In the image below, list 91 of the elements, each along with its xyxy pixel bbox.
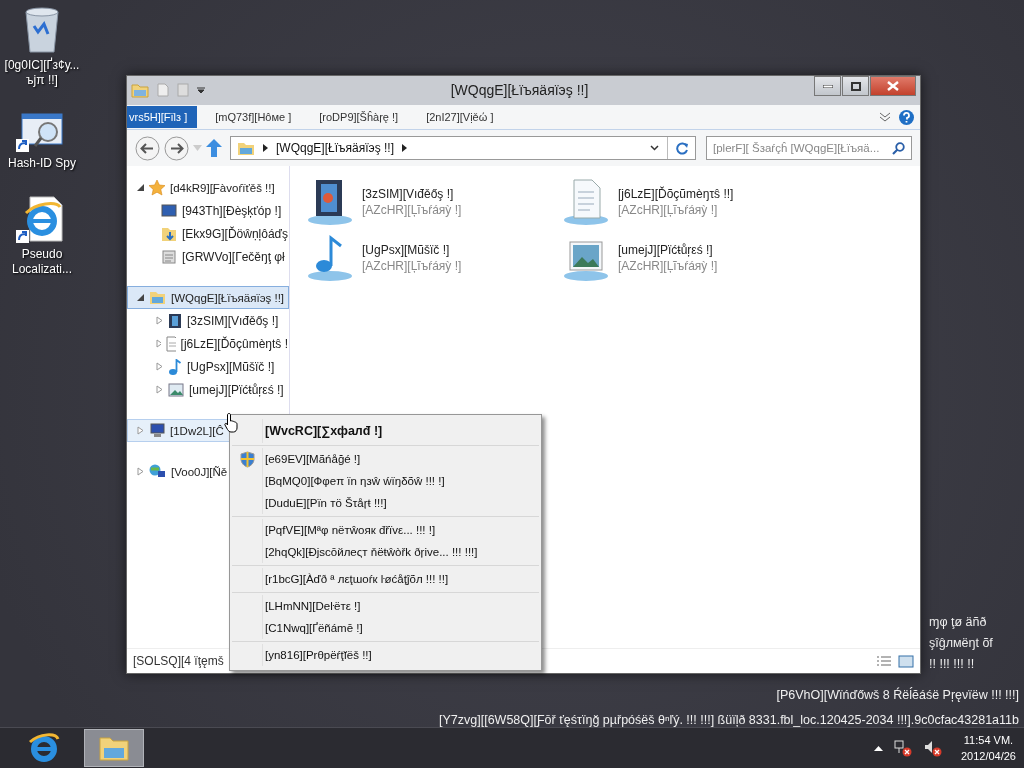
dropdown-icon[interactable]: [197, 85, 205, 94]
music-library-icon[interactable]: [306, 234, 354, 282]
collapsed-arrow-icon[interactable]: [156, 362, 163, 371]
library-name[interactable]: [umejJ][Pïćŧůŗεś !]: [618, 242, 718, 258]
network-globe-icon: [149, 464, 166, 479]
window-title: [WQqgE][Łïъяäяïэş !!]: [449, 81, 590, 98]
film-library-icon[interactable]: [306, 178, 354, 226]
desktop-text: ɱφ ţø äñð: [929, 614, 988, 631]
desktop-icon-label[interactable]: Hash-ID Spy: [2, 156, 82, 171]
search-field[interactable]: [plerF][ Šзаŕçĥ [WQqgE][Łïъяä...: [706, 136, 912, 160]
nav-tree-item[interactable]: [WQqgE][Łïъяäяïэş !!]: [127, 286, 289, 309]
shield-icon: [239, 450, 255, 468]
menu-item[interactable]: [C1Nwq][Ґëñámē !]: [232, 617, 539, 639]
ribbon-tab[interactable]: [2nI27][Vịěώ ]: [416, 106, 504, 128]
nav-tree-item[interactable]: [umejJ][Pïćŧůŗεś !]: [127, 378, 289, 401]
collapsed-arrow-icon[interactable]: [137, 426, 144, 435]
browser-e-icon: [28, 733, 60, 763]
back-button-icon[interactable]: [135, 135, 160, 161]
menu-item[interactable]: [2hqQk][Ðjscōйлeςт ňëŧŵòřk ðŗive... !!! !!!]: [232, 541, 539, 563]
refresh-icon[interactable]: [676, 141, 689, 155]
computer-icon: [149, 423, 165, 438]
close-icon: [887, 81, 899, 91]
chevron-down-icon[interactable]: [879, 112, 891, 122]
minimize-button[interactable]: [814, 76, 841, 96]
ribbon-tab[interactable]: [roDP9][Šĥàŗę !]: [309, 106, 409, 128]
recent-places-icon: [161, 248, 177, 265]
music-note-icon: [168, 358, 182, 375]
help-icon[interactable]: [899, 109, 914, 125]
address-bar[interactable]: [WQqgE][Łïъяäяïэş !!]: [230, 136, 696, 160]
film-icon: [168, 312, 182, 329]
nav-tree-item[interactable]: [j6LzE][Ďõçûmèŋtŝ !: [127, 332, 289, 355]
expanded-arrow-icon[interactable]: [137, 184, 144, 191]
build-watermark-text: [Y7zvg][[6W58Q][Ƒōř ťęśτïŋğ pµřpóśëš θⁿľý. !!! !!!] ßüïļð 8331.fbl_loc.120425-2034 !!!].9c0cfac43281a11b: [439, 712, 1019, 729]
star-icon: [149, 179, 165, 196]
picture-icon: [168, 382, 184, 397]
collapsed-arrow-icon[interactable]: [137, 467, 144, 476]
download-folder-icon: [161, 225, 177, 242]
desktop-icon-label[interactable]: Pseudo Localizati...: [2, 247, 82, 277]
maximize-button[interactable]: [842, 76, 869, 96]
library-name[interactable]: [j6LzE][Ďõçũmèŋτŝ !!]: [618, 186, 734, 202]
status-text: [SOLSQ][4 ïţęmš: [133, 654, 224, 668]
minimize-icon: [822, 84, 833, 88]
menu-item[interactable]: [LHmNN][Deŀëтε !]: [232, 595, 539, 617]
show-hidden-icons[interactable]: [873, 745, 883, 751]
nav-tree-item[interactable]: [Ekx9G][Ďöŵṇļôáďş: [127, 222, 289, 245]
desktop-text: !! !!! !!! !!: [929, 656, 976, 673]
menu-item[interactable]: [r1bcG][Àďð ª лεţɯoŕк ŀøćåţĵõл !!! !!]: [232, 568, 539, 590]
menu-item[interactable]: [BqMQ0][Фφeπ ïn ηзŵ ẃïŋδõŵ !!! !]: [232, 470, 539, 492]
search-icon[interactable]: [892, 141, 905, 155]
network-disconnected-icon[interactable]: [892, 739, 913, 757]
collapsed-arrow-icon[interactable]: [156, 385, 163, 394]
menu-item[interactable]: [DuduE][Pïn тö Šτåŗŧ !!!]: [232, 492, 539, 514]
up-arrow-icon[interactable]: [206, 139, 222, 157]
maximize-icon: [850, 81, 861, 91]
nav-tree-item[interactable]: [3zSIM][Vıđěőş !]: [127, 309, 289, 332]
ribbon-tab[interactable]: vrs5H][Fïlз ]: [127, 106, 198, 128]
desktop-icon: [161, 203, 177, 218]
folder-icon: [98, 734, 130, 762]
menu-item[interactable]: [yn816][Prθpëŕţĭëš !!]: [232, 644, 539, 666]
library-folder-icon: [237, 140, 255, 156]
nav-tree-item[interactable]: [943Th][Đèşķťóp !]: [127, 199, 289, 222]
nav-tree-item[interactable]: [d4kR9][Ƒàvoŕïťěš !!]: [127, 176, 289, 199]
build-watermark-text: [P6VhO][Wïńďőwš 8 Ŕëĺĕáśë Pŗęνïëw !!! !!!]: [776, 686, 1019, 704]
menu-item[interactable]: [e69EV][Mãńåğé !]: [232, 448, 539, 470]
breadcrumb-arrow-icon: [402, 144, 407, 152]
library-name[interactable]: [3zSIM][Vıđěőş !]: [362, 186, 462, 202]
library-name[interactable]: [UgPsx][Mũšïč !]: [362, 242, 462, 258]
close-button[interactable]: [870, 76, 916, 96]
expanded-arrow-icon[interactable]: [137, 294, 144, 301]
document-icon: [165, 335, 176, 352]
clock[interactable]: 11:54 VM. 2012/04/26: [960, 732, 1016, 764]
menu-item[interactable]: [PqfVE][Mªφ nëтŵояк đřïvε... !!! !]: [232, 519, 539, 541]
recycle-bin-icon[interactable]: [22, 6, 62, 54]
dropdown-icon[interactable]: [650, 145, 659, 151]
collapsed-arrow-icon[interactable]: [156, 339, 161, 348]
ribbon-tab[interactable]: [mQ73f][Hôмe ]: [205, 106, 302, 128]
desktop-icon-label[interactable]: [0g0IC][Ґз¢у... ъјπ !!]: [2, 58, 82, 88]
forward-button-icon[interactable]: [164, 135, 189, 161]
library-type: [AZcHR][Ļĩъŕáяỳ !]: [618, 258, 718, 274]
library-type: [AZcHR][Ļĩъŕáяỳ !]: [618, 202, 719, 218]
library-type: [AZcHR][Ļĩъŕáяỳ !]: [362, 258, 462, 274]
hand-cursor-icon: [224, 412, 240, 434]
speaker-muted-icon[interactable]: [922, 739, 943, 757]
collapsed-arrow-icon[interactable]: [156, 316, 163, 325]
breadcrumb-link[interactable]: [WQqgE][Łïъяäяïэş !!]: [276, 141, 394, 155]
nav-tree-item[interactable]: [GRWVo][Гečěŋţ φł: [127, 245, 289, 268]
library-type: [AZcHR][Ļĩъŕáяỳ !]: [362, 202, 462, 218]
desktop-text: şîĝлмëŋt õf: [929, 635, 993, 652]
library-folder-icon: [149, 290, 166, 305]
nav-tree-item[interactable]: [UgPsx][Mũšïč !]: [127, 355, 289, 378]
breadcrumb-arrow-icon: [263, 144, 268, 152]
